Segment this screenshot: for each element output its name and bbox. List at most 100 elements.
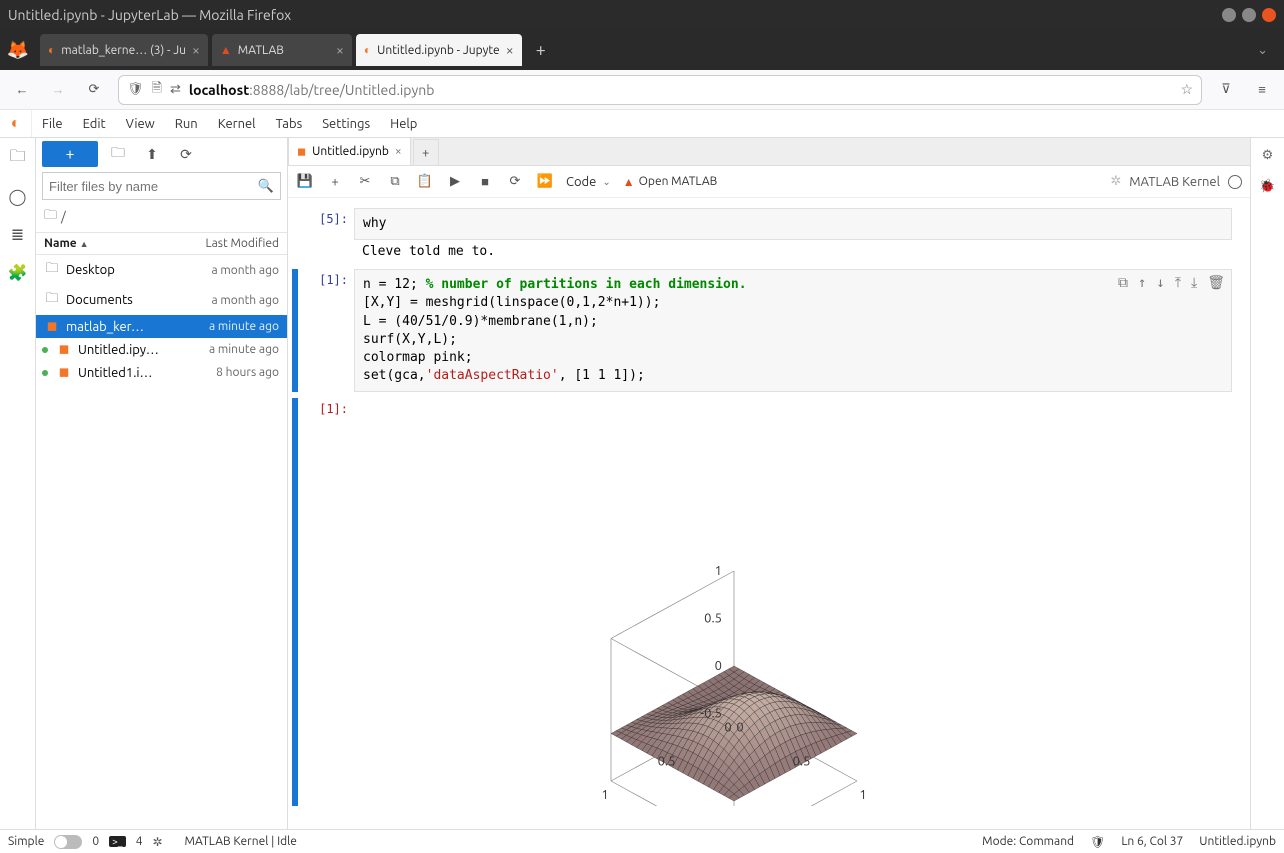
file-row[interactable]: ◼Untitled.ipy…a minute ago <box>36 338 287 361</box>
permissions-icon[interactable]: ⇄ <box>170 82 181 97</box>
url-field[interactable]: 🛡 🗎 ⇄ localhost:8888/lab/tree/Untitled.i… <box>118 75 1202 105</box>
running-icon[interactable]: ◯ <box>8 186 28 206</box>
reload-button[interactable]: ⟳ <box>82 78 106 102</box>
open-matlab-button[interactable]: ▲ Open MATLAB <box>623 175 718 189</box>
file-name: matlab_ker… <box>66 320 203 334</box>
notebook-cell[interactable]: [5]: why Cleve told me to. <box>292 208 1232 263</box>
filter-input[interactable] <box>49 179 252 194</box>
close-icon[interactable]: × <box>336 42 344 58</box>
matlab-icon: ▲ <box>220 43 232 57</box>
new-launcher-button[interactable]: + <box>42 141 98 167</box>
svg-text:0.5: 0.5 <box>658 755 676 769</box>
editor-mode[interactable]: Mode: Command <box>982 835 1074 848</box>
file-row[interactable]: 🗀Documentsa month ago <box>36 285 287 315</box>
delete-cell-icon[interactable]: 🗑 <box>1207 274 1225 294</box>
stop-button[interactable]: ■ <box>476 173 494 191</box>
run-button[interactable]: ▶ <box>446 173 464 191</box>
file-name: Desktop <box>66 263 205 277</box>
move-down-icon[interactable]: ↓ <box>1156 274 1164 294</box>
close-icon[interactable]: × <box>192 42 200 58</box>
duplicate-cell-icon[interactable]: ⧉ <box>1118 274 1128 294</box>
kernels-count[interactable]: 4 <box>136 835 143 848</box>
window-minimize-button[interactable] <box>1222 8 1236 22</box>
cut-button[interactable]: ✂ <box>356 173 374 191</box>
browser-tab-0[interactable]: ◐ matlab_kerne… (3) - Ju × <box>40 34 208 66</box>
bookmark-star-icon[interactable]: ☆ <box>1180 81 1193 98</box>
property-inspector-icon[interactable]: ⚙ <box>1262 148 1274 163</box>
insert-cell-button[interactable]: + <box>326 173 344 191</box>
header-modified[interactable]: Last Modified <box>206 237 279 250</box>
simple-mode-label: Simple <box>8 835 44 848</box>
simple-mode-toggle[interactable] <box>54 835 82 849</box>
upload-button[interactable]: ⬆ <box>138 141 166 167</box>
file-list-header: Name ▲ Last Modified <box>36 233 287 255</box>
trusted-icon[interactable]: 🛡 <box>1090 835 1105 849</box>
cell-type-select[interactable]: Code ⌄ <box>566 175 611 189</box>
window-close-button[interactable] <box>1262 8 1276 22</box>
jupyter-icon: ◐ <box>48 43 55 57</box>
close-icon[interactable]: × <box>395 145 402 158</box>
document-tab[interactable]: ◼ Untitled.ipynb × <box>288 137 411 165</box>
code-input[interactable]: why <box>354 208 1232 240</box>
refresh-button[interactable]: ⟳ <box>172 141 200 167</box>
breadcrumb[interactable]: 🗀 / <box>36 202 287 233</box>
close-icon[interactable]: × <box>506 42 514 58</box>
save-button[interactable]: 💾 <box>296 173 314 191</box>
toc-icon[interactable]: ≣ <box>8 224 28 244</box>
svg-text:0: 0 <box>736 721 743 735</box>
header-name[interactable]: Name <box>44 237 77 250</box>
notebook-content[interactable]: [5]: why Cleve told me to. [1]: n = 12; … <box>288 198 1250 829</box>
paste-button[interactable]: 📋 <box>416 173 434 191</box>
window-title: Untitled.ipynb - JupyterLab — Mozilla Fi… <box>8 7 1222 23</box>
jupyter-logo-icon[interactable]: ◐ <box>0 110 32 137</box>
browser-tab-1[interactable]: ▲ MATLAB × <box>212 34 352 66</box>
code-input[interactable]: n = 12; % number of partitions in each d… <box>354 269 1232 392</box>
status-file-name[interactable]: Untitled.ipynb <box>1199 835 1276 848</box>
new-tab-button[interactable]: + <box>526 40 556 60</box>
tab-list-chevron-icon[interactable]: ⌄ <box>1249 43 1276 58</box>
file-modified: a minute ago <box>209 343 279 356</box>
shield-icon[interactable]: 🛡 <box>127 82 144 97</box>
menu-view[interactable]: View <box>116 110 165 137</box>
svg-text:0: 0 <box>724 721 731 735</box>
file-row[interactable]: 🗀Desktopa month ago <box>36 255 287 285</box>
breadcrumb-root: / <box>61 210 66 224</box>
file-name: Documents <box>66 293 205 307</box>
kernel-status-icon[interactable] <box>1228 175 1242 189</box>
notebook-cell[interactable]: [1]: n = 12; % number of partitions in e… <box>292 269 1232 392</box>
debugger-icon[interactable]: 🐞 <box>1259 179 1275 194</box>
notebook-toolbar: 💾 + ✂ ⧉ 📋 ▶ ■ ⟳ ⏩ Code ⌄ ▲ Open MATLAB ✲… <box>288 166 1250 198</box>
move-up-icon[interactable]: ↑ <box>1138 274 1146 294</box>
menu-tabs[interactable]: Tabs <box>266 110 313 137</box>
cursor-position[interactable]: Ln 6, Col 37 <box>1121 835 1183 848</box>
file-browser-icon[interactable]: 🗀 <box>8 148 28 168</box>
svg-text:1: 1 <box>601 788 608 802</box>
insert-above-icon[interactable]: ⤒ <box>1175 274 1181 294</box>
copy-button[interactable]: ⧉ <box>386 173 404 191</box>
kernel-status-text[interactable]: MATLAB Kernel | Idle <box>185 835 297 848</box>
hamburger-menu-icon[interactable]: ≡ <box>1250 78 1274 102</box>
restart-button[interactable]: ⟳ <box>506 173 524 191</box>
page-info-icon[interactable]: 🗎 <box>152 79 162 101</box>
back-button[interactable]: ← <box>10 78 34 102</box>
menu-file[interactable]: File <box>32 110 73 137</box>
svg-text:0: 0 <box>715 659 722 673</box>
forward-button[interactable]: → <box>46 78 70 102</box>
extension-icon[interactable]: 🧩 <box>8 262 28 282</box>
pocket-icon[interactable]: ⊽ <box>1214 78 1238 102</box>
menu-settings[interactable]: Settings <box>312 110 380 137</box>
menu-kernel[interactable]: Kernel <box>208 110 266 137</box>
menu-run[interactable]: Run <box>165 110 208 137</box>
kernel-name-label[interactable]: MATLAB Kernel <box>1129 175 1220 189</box>
file-row[interactable]: ◼matlab_ker…a minute ago <box>36 315 287 338</box>
run-all-button[interactable]: ⏩ <box>536 173 554 191</box>
menu-help[interactable]: Help <box>380 110 427 137</box>
new-folder-button[interactable]: 🗀 <box>104 141 132 167</box>
browser-tab-2[interactable]: ◐ Untitled.ipynb - Jupyte × <box>356 34 522 66</box>
insert-below-icon[interactable]: ⤓ <box>1191 274 1197 294</box>
menu-edit[interactable]: Edit <box>73 110 116 137</box>
file-row[interactable]: ◼Untitled1.i…8 hours ago <box>36 361 287 384</box>
terminals-count[interactable]: 0 <box>92 835 99 848</box>
add-tab-button[interactable]: + <box>413 139 439 165</box>
window-maximize-button[interactable] <box>1242 8 1256 22</box>
